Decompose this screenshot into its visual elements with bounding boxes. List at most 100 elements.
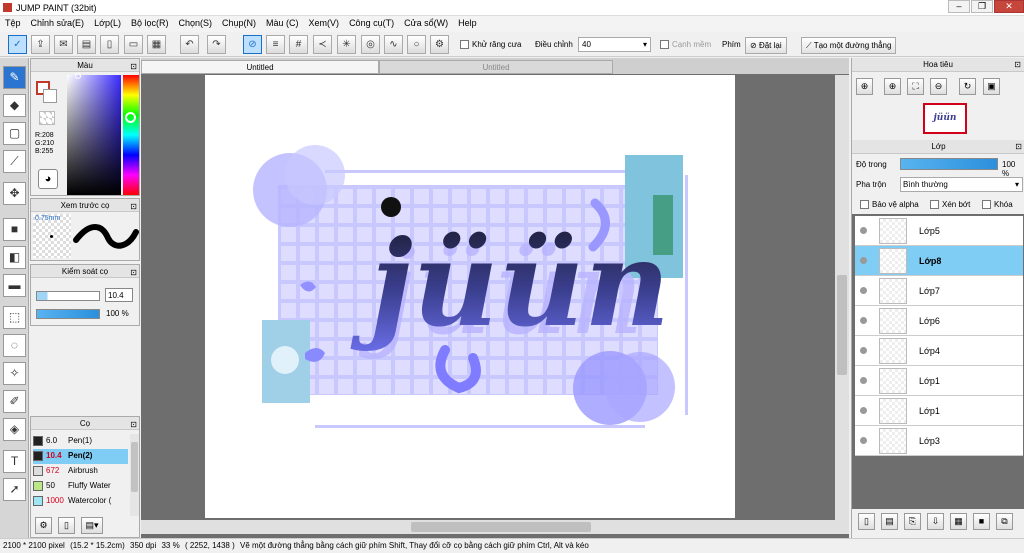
radial-ruler-icon[interactable]: ✳ [337,35,356,54]
lasso-select-icon[interactable]: ◌ [3,334,26,357]
settings-icon[interactable]: ⚙ [430,35,449,54]
brush-item[interactable]: 50 Fluffy Water [33,479,128,494]
menu-tools[interactable]: Công cụ(T) [344,16,399,28]
blend-mode-select[interactable]: Bình thường ▾ [900,177,1023,192]
no-ruler-icon[interactable]: ⊘ [243,35,262,54]
transparent-swatch[interactable] [39,111,55,125]
brush-item[interactable]: 672 Airbrush [33,464,128,479]
curve-ruler-icon[interactable]: ∿ [384,35,403,54]
antialias-checkbox[interactable]: Khử răng cưa [460,40,521,50]
brush-item-selected[interactable]: 10.4 Pen(2) [33,449,128,464]
saturation-value-picker[interactable] [67,75,121,195]
redo-icon[interactable]: ↷ [207,35,226,54]
brush-opacity-slider[interactable] [36,309,100,319]
antialias-check-box[interactable] [460,40,469,50]
rect-select-icon[interactable]: ⬚ [3,306,26,329]
menu-edit[interactable]: Chỉnh sửa(E) [26,16,90,28]
document-icon[interactable]: ▭ [124,35,143,54]
concentric-ruler-icon[interactable]: ◎ [361,35,380,54]
new-raster-layer-icon[interactable]: ▤ [881,513,898,530]
zoom-fit-icon[interactable]: ⊕ [856,78,873,95]
straight-line-button[interactable]: ⟋ Tạo một đường thẳng [801,37,897,54]
clip-checkbox[interactable]: Xén bớt [930,200,970,210]
copy-layer-icon[interactable]: ⎘ [904,513,921,530]
export-icon[interactable]: ⇪ [31,35,50,54]
visibility-eye-icon[interactable] [860,227,867,234]
menu-window[interactable]: Cửa sổ(W) [399,16,453,28]
flip-icon[interactable]: ▣ [983,78,1000,95]
edge-check-box[interactable] [660,40,669,50]
panel-pin-icon[interactable]: ⊡ [130,418,137,431]
chat-icon[interactable]: ✉ [54,35,73,54]
scrollbar-thumb[interactable] [837,275,847,375]
move-tool-icon[interactable]: ✥ [3,182,26,205]
new-layer-icon[interactable]: ▯ [858,513,875,530]
panel-pin-icon[interactable]: ⊡ [1014,58,1021,72]
background-color-swatch[interactable] [43,89,57,103]
visibility-eye-icon[interactable] [860,257,867,264]
brush-tool-icon[interactable]: ✎ [3,66,26,89]
page-icon[interactable]: ▯ [100,35,119,54]
hue-slider-handle[interactable] [125,112,136,123]
undo-icon[interactable]: ↶ [180,35,199,54]
lock-check-box[interactable] [982,200,991,210]
visibility-eye-icon[interactable] [860,317,867,324]
menu-view[interactable]: Xem(V) [304,16,345,28]
edge-checkbox[interactable]: Cạnh mềm [660,40,711,50]
duplicate-icon[interactable]: ⧉ [996,513,1013,530]
scrollbar-thumb[interactable] [131,442,138,492]
new-brush-icon[interactable]: ▯ [58,517,75,534]
layer-row[interactable]: Lớp7 [855,276,1023,306]
menu-layer[interactable]: Lớp(L) [89,16,126,28]
panel-pin-icon[interactable]: ⊡ [130,60,137,73]
layer-row-selected[interactable]: Lớp8 [855,246,1023,276]
operation-tool-icon[interactable]: ➚ [3,478,26,501]
magic-wand-icon[interactable]: ✧ [3,362,26,385]
reset-button[interactable]: ⊘ Đặt lại [745,37,787,54]
layer-row[interactable]: Lớp1 [855,396,1023,426]
ellipse-ruler-icon[interactable]: ○ [407,35,426,54]
fill-rectangle-icon[interactable]: ■ [3,218,26,241]
rectangle-tool-icon[interactable]: ▢ [3,122,26,145]
text-tool-icon[interactable]: T [3,450,26,473]
minimize-button[interactable]: – [948,0,970,13]
fit-window-icon[interactable]: ⛶ [907,78,924,95]
rotate-icon[interactable]: ↻ [959,78,976,95]
maximize-button[interactable]: ❐ [971,0,993,13]
visibility-eye-icon[interactable] [860,437,867,444]
tab-untitled[interactable]: Untitled [379,60,613,74]
menu-help[interactable]: Help [453,16,482,28]
zoom-out-icon[interactable]: ⊖ [930,78,947,95]
menu-filter[interactable]: Bộ lọc(R) [126,16,174,28]
brush-size-input[interactable]: 10.4 [105,288,133,302]
folder-icon[interactable]: ■ [973,513,990,530]
scrollbar-thumb[interactable] [411,522,591,532]
clip-check-box[interactable] [930,200,939,210]
visibility-eye-icon[interactable] [860,407,867,414]
panel-pin-icon[interactable]: ⊡ [130,266,137,279]
check-icon[interactable]: ✓ [8,35,27,54]
tab-untitled-active[interactable]: Untitled [141,60,379,74]
layer-row[interactable]: Lớp5 [855,216,1023,246]
eraser-tool-icon[interactable]: ◆ [3,94,26,117]
visibility-eye-icon[interactable] [860,287,867,294]
canvas-vertical-scrollbar[interactable] [835,75,849,520]
menu-color[interactable]: Màu (C) [261,16,304,28]
protect-alpha-check-box[interactable] [860,200,869,210]
merge-layer-icon[interactable]: ⇩ [927,513,944,530]
layer-row[interactable]: Lớp6 [855,306,1023,336]
panel-pin-icon[interactable]: ⊡ [1015,140,1022,154]
brush-item[interactable]: 1000 Watercolor ( [33,494,128,509]
brush-size-slider[interactable] [36,291,100,301]
canvas-horizontal-scrollbar[interactable] [141,520,849,534]
menu-capture[interactable]: Chụp(N) [217,16,261,28]
layer-row[interactable]: Lớp1 [855,366,1023,396]
gradient-tool-icon[interactable]: ▬ [3,274,26,297]
select-pen-icon[interactable]: ✐ [3,390,26,413]
adjust-value-select[interactable]: 40 ▾ [578,37,651,52]
parallel-ruler-icon[interactable]: ≡ [266,35,285,54]
layer-row[interactable]: Lớp3 [855,426,1023,456]
picker-cursor[interactable] [75,73,81,79]
menu-select[interactable]: Chọn(S) [174,16,218,28]
close-button[interactable]: ✕ [994,0,1024,13]
